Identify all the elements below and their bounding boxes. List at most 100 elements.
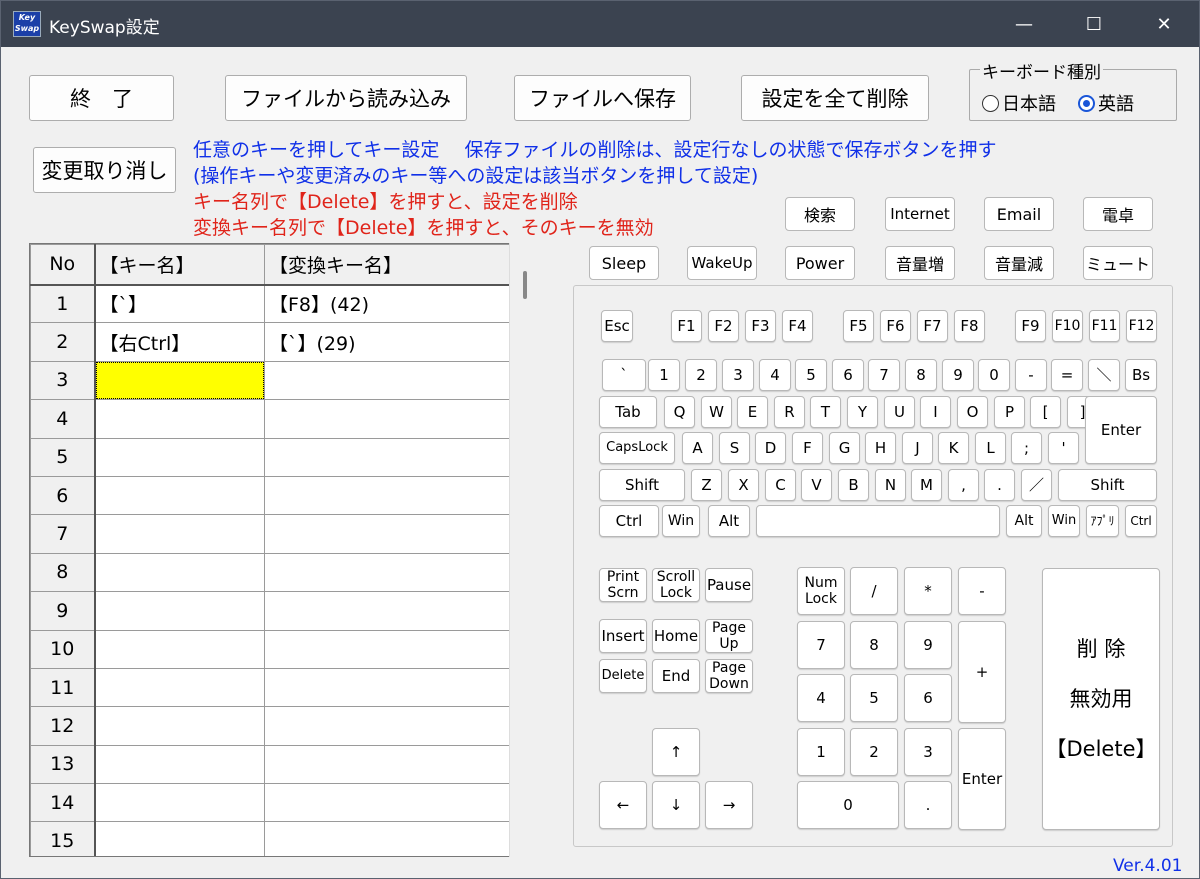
key-f6[interactable]: F6: [880, 310, 911, 342]
converted-key-cell[interactable]: [264, 399, 513, 439]
key-numpad-3[interactable]: 3: [904, 728, 952, 776]
key-f10[interactable]: F10: [1052, 310, 1083, 342]
key-numpad-multiply[interactable]: *: [904, 567, 952, 615]
converted-key-cell[interactable]: [264, 821, 513, 856]
key-name-cell[interactable]: [94, 667, 265, 708]
key-app[interactable]: ｱﾌﾟﾘ: [1086, 505, 1119, 537]
key-z-row-1[interactable]: Z: [691, 469, 722, 501]
key-t[interactable]: T: [810, 396, 841, 428]
key-left-shift[interactable]: Shift: [599, 469, 685, 501]
volume-up-key-button[interactable]: 音量増: [885, 246, 955, 280]
load-from-file-button[interactable]: ファイルから読み込み: [225, 75, 467, 121]
table-row[interactable]: 5: [30, 437, 513, 477]
key-insert[interactable]: Insert: [599, 619, 647, 653]
key-numpad-divide[interactable]: /: [850, 567, 898, 615]
minimize-button[interactable]: —: [989, 1, 1059, 47]
key-a-row-7[interactable]: J: [902, 432, 933, 464]
key-num-10[interactable]: 0: [978, 359, 1010, 391]
key-z-row-5[interactable]: B: [838, 469, 869, 501]
converted-key-cell[interactable]: [264, 667, 513, 708]
key-name-cell[interactable]: [94, 591, 265, 631]
key-f4[interactable]: F4: [782, 310, 813, 342]
internet-key-button[interactable]: Internet: [885, 197, 955, 231]
key-name-cell[interactable]: [94, 437, 265, 477]
key-num-11[interactable]: -: [1015, 359, 1047, 391]
maximize-button[interactable]: ☐: [1059, 1, 1129, 47]
table-row[interactable]: 7: [30, 514, 513, 554]
key-f12[interactable]: F12: [1126, 310, 1157, 342]
key-numpad-6[interactable]: 6: [904, 674, 952, 722]
key-numlock[interactable]: Num Lock: [797, 567, 845, 615]
key-numpad-5[interactable]: 5: [850, 674, 898, 722]
key-name-cell[interactable]: [94, 552, 265, 593]
key-f9[interactable]: F9: [1015, 310, 1046, 342]
key-arrow-up[interactable]: ↑: [652, 728, 700, 776]
mute-key-button[interactable]: ミュート: [1083, 246, 1153, 280]
table-row[interactable]: 9: [30, 591, 513, 631]
key-num-1[interactable]: 1: [648, 359, 680, 391]
power-key-button[interactable]: Power: [785, 246, 855, 280]
key-name-cell[interactable]: [94, 706, 265, 746]
key-p[interactable]: P: [994, 396, 1025, 428]
converted-key-cell[interactable]: 【F8】(42): [264, 283, 513, 324]
key-tab[interactable]: Tab: [599, 396, 657, 428]
table-row[interactable]: 4: [30, 399, 513, 439]
table-row[interactable]: 2 【右Ctrl】 【`】(29): [30, 322, 513, 362]
key-a-row-5[interactable]: G: [829, 432, 860, 464]
key-space[interactable]: [756, 505, 1000, 537]
undo-changes-button[interactable]: 変更取り消し: [33, 147, 176, 193]
volume-down-key-button[interactable]: 音量減: [984, 246, 1054, 280]
key-r[interactable]: R: [774, 396, 805, 428]
table-row[interactable]: 10: [30, 629, 513, 669]
key-a-row-11[interactable]: ': [1048, 432, 1079, 464]
key-name-cell[interactable]: 【`】: [94, 283, 265, 324]
key-num-3[interactable]: 3: [722, 359, 754, 391]
key-f5[interactable]: F5: [843, 310, 874, 342]
converted-key-cell[interactable]: [264, 475, 513, 516]
key-a-row-6[interactable]: H: [865, 432, 896, 464]
key-home[interactable]: Home: [652, 619, 700, 653]
email-key-button[interactable]: Email: [984, 197, 1054, 231]
key-left-ctrl[interactable]: Ctrl: [599, 505, 659, 537]
table-row[interactable]: 14: [30, 783, 513, 823]
key-right-ctrl[interactable]: Ctrl: [1125, 505, 1157, 537]
key-page-down[interactable]: Page Down: [705, 659, 753, 693]
key-numpad-minus[interactable]: -: [958, 567, 1006, 615]
wakeup-key-button[interactable]: WakeUp: [687, 246, 757, 280]
key-numpad-4[interactable]: 4: [797, 674, 845, 722]
search-key-button[interactable]: 検索: [785, 197, 855, 231]
key-num-14[interactable]: Bs: [1125, 359, 1157, 391]
key-[[interactable]: [: [1030, 396, 1061, 428]
radio-english[interactable]: 英語: [1078, 90, 1134, 116]
key-name-cell[interactable]: [94, 399, 265, 439]
key-f8[interactable]: F8: [954, 310, 985, 342]
key-a-row-4[interactable]: F: [792, 432, 823, 464]
key-name-cell[interactable]: [94, 514, 265, 554]
key-z-row-8[interactable]: ,: [948, 469, 979, 501]
key-right-win[interactable]: Win: [1048, 505, 1080, 537]
key-arrow-right[interactable]: →: [705, 781, 753, 829]
scrollbar-thumb[interactable]: [523, 271, 527, 299]
table-row[interactable]: 6: [30, 475, 513, 516]
save-to-file-button[interactable]: ファイルへ保存: [514, 75, 691, 121]
key-delete[interactable]: Delete: [599, 659, 647, 693]
converted-key-cell[interactable]: [264, 591, 513, 631]
key-name-cell[interactable]: 【右Ctrl】: [94, 322, 265, 362]
table-row[interactable]: 11: [30, 667, 513, 708]
key-z-row-10[interactable]: ／: [1021, 469, 1052, 501]
key-num-9[interactable]: 9: [942, 359, 974, 391]
key-name-cell[interactable]: [94, 821, 265, 856]
key-numpad-enter[interactable]: Enter: [958, 728, 1006, 830]
key-num-5[interactable]: 5: [795, 359, 827, 391]
table-row[interactable]: 8: [30, 552, 513, 593]
key-esc[interactable]: Esc: [601, 310, 633, 342]
key-f11[interactable]: F11: [1089, 310, 1120, 342]
converted-key-cell[interactable]: [264, 360, 513, 401]
key-z-row-7[interactable]: M: [911, 469, 942, 501]
key-u[interactable]: U: [884, 396, 915, 428]
key-left-win[interactable]: Win: [662, 505, 700, 537]
key-y[interactable]: Y: [847, 396, 878, 428]
key-z-row-4[interactable]: V: [801, 469, 832, 501]
table-row[interactable]: 15: [30, 821, 513, 856]
converted-key-cell[interactable]: [264, 744, 513, 785]
